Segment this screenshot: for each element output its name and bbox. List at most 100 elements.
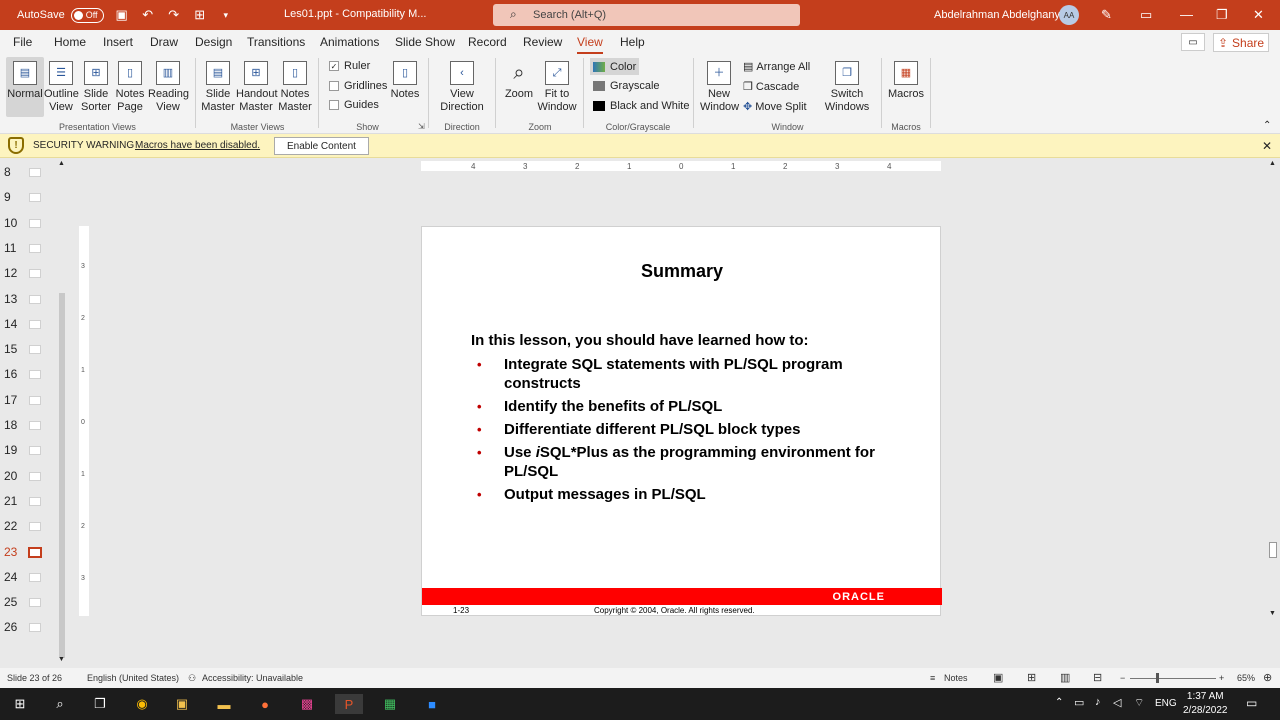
accessibility-status[interactable]: Accessibility: Unavailable xyxy=(202,673,303,683)
slide-thumbnail[interactable]: 14 xyxy=(0,317,56,337)
minimize-icon[interactable]: — xyxy=(1180,7,1193,22)
bullet-item[interactable]: Identify the benefits of PL/SQL xyxy=(477,397,877,416)
black-and-white-button[interactable]: Black and White xyxy=(593,100,689,112)
tab-review[interactable]: Review xyxy=(523,35,562,49)
fit-slide-icon[interactable]: ⊕ xyxy=(1263,671,1272,684)
slide-intro-text[interactable]: In this lesson, you should have learned … xyxy=(471,332,809,349)
scroll-up-icon[interactable]: ▲ xyxy=(1269,160,1276,167)
zoom-slider-thumb[interactable] xyxy=(1156,673,1159,683)
scroll-thumb[interactable] xyxy=(59,293,65,658)
slide-thumbnail[interactable]: 10 xyxy=(0,216,56,236)
bullet-item[interactable]: Integrate SQL statements with PL/SQL pro… xyxy=(477,355,877,393)
file-explorer-icon[interactable]: ▬ xyxy=(213,694,235,714)
view-direction-button[interactable]: ‹ View Direction xyxy=(435,61,489,114)
slide-thumbnail[interactable]: 25 xyxy=(0,595,56,615)
windows-start-icon[interactable]: ⊞ xyxy=(9,694,31,714)
switch-windows-button[interactable]: ❐ Switch Windows xyxy=(818,61,876,114)
slide-thumbnail[interactable]: 12 xyxy=(0,266,56,286)
search-icon[interactable]: ⌕ xyxy=(49,694,71,714)
share-button[interactable]: ⇪ Share xyxy=(1213,33,1269,52)
notification-icon[interactable]: ▭ xyxy=(1246,696,1257,710)
bullet-item[interactable]: Differentiate different PL/SQL block typ… xyxy=(477,420,877,439)
slide-thumbnail[interactable]: 17 xyxy=(0,393,56,413)
avatar[interactable]: AA xyxy=(1059,5,1079,25)
undo-icon[interactable]: ↶ xyxy=(140,7,156,23)
dialog-launcher-icon[interactable]: ⇲ xyxy=(418,122,425,131)
tray-overflow-icon[interactable]: ⌃ xyxy=(1055,697,1063,708)
media-player-icon[interactable]: ▣ xyxy=(171,694,193,714)
tab-insert[interactable]: Insert xyxy=(103,35,133,49)
notes-page-button[interactable]: ▯ Notes Page xyxy=(115,61,145,114)
chrome-icon[interactable]: ◉ xyxy=(131,694,153,714)
zoom-in-icon[interactable]: + xyxy=(1219,673,1224,683)
cascade-button[interactable]: ❐ Cascade xyxy=(743,80,799,94)
tab-record[interactable]: Record xyxy=(468,35,507,49)
slide-thumbnail[interactable]: 15 xyxy=(0,342,56,362)
reading-view-button[interactable]: ▥ Reading View xyxy=(148,61,189,114)
gridlines-checkbox[interactable]: Gridlines xyxy=(329,80,387,92)
tab-design[interactable]: Design xyxy=(195,35,232,49)
reading-view-icon[interactable]: ▥ xyxy=(1060,671,1070,684)
ruler-checkbox[interactable]: ✓ Ruler xyxy=(329,60,370,72)
scroll-thumb[interactable] xyxy=(1269,542,1277,558)
thumbnail-scrollbar[interactable]: ▲ ▼ xyxy=(56,158,68,668)
powerpoint-icon[interactable]: P xyxy=(335,694,363,714)
slide-sorter-button[interactable]: ⊞ Slide Sorter xyxy=(80,61,112,114)
slide-thumbnail[interactable]: 13 xyxy=(0,292,56,312)
zoom-level[interactable]: 65% xyxy=(1237,673,1255,683)
normal-view-button[interactable]: ▤ Normal xyxy=(6,57,44,117)
macros-disabled-link[interactable]: Macros have been disabled. xyxy=(135,140,260,151)
slide-thumbnail[interactable]: 16 xyxy=(0,367,56,387)
input-language[interactable]: ENG xyxy=(1155,698,1177,709)
save-icon[interactable]: ▣ xyxy=(114,7,130,23)
tab-view[interactable]: View xyxy=(577,35,603,55)
collapse-ribbon-icon[interactable]: ⌃ xyxy=(1263,120,1271,131)
tab-home[interactable]: Home xyxy=(54,35,86,49)
user-name[interactable]: Abdelrahman Abdelghany xyxy=(934,9,1060,21)
slide-thumbnail[interactable]: 21 xyxy=(0,494,56,514)
slide-thumbnail[interactable]: 24 xyxy=(0,570,56,590)
arrange-all-button[interactable]: ▤ Arrange All xyxy=(743,60,810,74)
slide-scrollbar[interactable]: ▲ ▼ xyxy=(1266,158,1280,622)
bullet-item[interactable]: Use iSQL*Plus as the programming environ… xyxy=(477,443,877,481)
guides-checkbox[interactable]: Guides xyxy=(329,99,379,111)
slide-bullet-list[interactable]: Integrate SQL statements with PL/SQL pro… xyxy=(477,355,877,508)
wifi-icon[interactable]: ⌔ xyxy=(1134,696,1144,710)
tab-slide-show[interactable]: Slide Show xyxy=(395,35,455,49)
microphone-icon[interactable]: ♪ xyxy=(1095,696,1101,708)
comments-button[interactable]: ▭ xyxy=(1181,33,1205,51)
system-clock[interactable]: 1:37 AM 2/28/2022 xyxy=(1183,690,1228,718)
slide-thumbnail[interactable]: 18 xyxy=(0,418,56,438)
bullet-item[interactable]: Output messages in PL/SQL xyxy=(477,485,877,504)
slide-thumbnail[interactable]: 26 xyxy=(0,620,56,640)
slide-canvas[interactable]: Summary In this lesson, you should have … xyxy=(421,226,942,616)
autosave-toggle[interactable]: Off xyxy=(70,7,104,23)
notes-button[interactable]: ▯ Notes xyxy=(390,61,420,101)
normal-view-icon[interactable]: ▣ xyxy=(993,671,1003,684)
present-icon[interactable]: ⊞ xyxy=(192,7,208,23)
slide-thumbnail[interactable]: 20 xyxy=(0,469,56,489)
zoom-button[interactable]: ⌕ Zoom xyxy=(503,61,535,101)
slide-thumbnail[interactable]: 22 xyxy=(0,519,56,539)
scroll-down-icon[interactable]: ▼ xyxy=(58,656,65,663)
grayscale-button[interactable]: Grayscale xyxy=(593,80,660,92)
task-view-icon[interactable]: ❐ xyxy=(89,694,111,714)
new-window-button[interactable]: ＋ New Window xyxy=(700,61,739,114)
slideshow-icon[interactable]: ⊟ xyxy=(1093,671,1102,684)
language-status[interactable]: English (United States) xyxy=(87,673,179,683)
zoom-out-icon[interactable]: − xyxy=(1120,673,1125,683)
tab-draw[interactable]: Draw xyxy=(150,35,178,49)
tab-animations[interactable]: Animations xyxy=(320,35,379,49)
slide-thumbnail[interactable]: 23 xyxy=(0,545,56,565)
ribbon-display-icon[interactable]: ▭ xyxy=(1140,7,1152,23)
color-button[interactable]: Color xyxy=(590,58,639,75)
fit-to-window-button[interactable]: ⤢ Fit to Window xyxy=(537,61,577,114)
tab-transitions[interactable]: Transitions xyxy=(247,35,305,49)
notes-toggle[interactable]: Notes xyxy=(944,673,968,683)
move-split-button[interactable]: ✥ Move Split xyxy=(743,100,807,114)
customize-qat-icon[interactable]: ▾ xyxy=(218,7,234,23)
enable-content-button[interactable]: Enable Content xyxy=(274,137,369,155)
zoom-app-icon[interactable]: ■ xyxy=(421,694,443,714)
slide-thumbnail[interactable]: 11 xyxy=(0,241,56,261)
firefox-icon[interactable]: ● xyxy=(254,694,276,714)
